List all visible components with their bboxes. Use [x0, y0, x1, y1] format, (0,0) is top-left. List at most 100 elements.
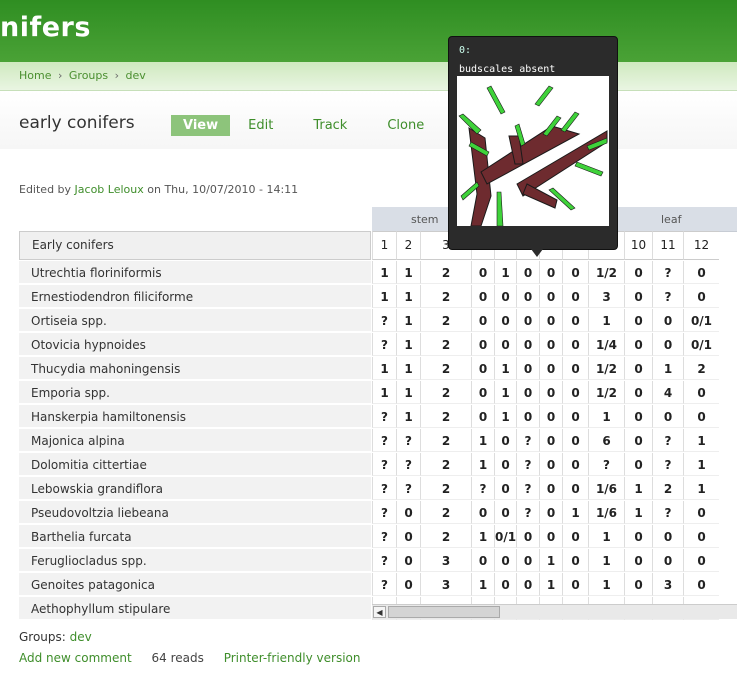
- state-cell[interactable]: 0: [516, 381, 539, 404]
- state-cell[interactable]: 1: [372, 285, 396, 308]
- state-cell[interactable]: ?: [471, 477, 494, 500]
- state-cell[interactable]: 0: [652, 405, 683, 428]
- state-cell[interactable]: 0: [562, 477, 588, 500]
- state-cell[interactable]: 0: [683, 405, 719, 428]
- state-cell[interactable]: 0: [683, 261, 719, 284]
- state-cell[interactable]: 0: [396, 549, 420, 572]
- state-cell[interactable]: 1: [624, 501, 652, 524]
- state-cell[interactable]: 1: [539, 549, 562, 572]
- state-cell[interactable]: ?: [396, 429, 420, 452]
- state-cell[interactable]: 0: [539, 429, 562, 452]
- state-cell[interactable]: 0: [539, 285, 562, 308]
- tab-edit[interactable]: Edit: [234, 115, 287, 136]
- state-cell[interactable]: 6: [588, 429, 624, 452]
- state-cell[interactable]: 0: [516, 405, 539, 428]
- add-comment-link[interactable]: Add new comment: [19, 651, 132, 665]
- state-cell[interactable]: 0: [624, 429, 652, 452]
- state-cell[interactable]: 0: [471, 549, 494, 572]
- state-cell[interactable]: 1: [652, 357, 683, 380]
- breadcrumb-home[interactable]: Home: [19, 69, 51, 82]
- state-cell[interactable]: 2: [420, 525, 471, 548]
- state-cell[interactable]: 2: [420, 357, 471, 380]
- state-cell[interactable]: 0: [652, 549, 683, 572]
- state-cell[interactable]: 0/1: [494, 525, 516, 548]
- state-cell[interactable]: 0: [471, 309, 494, 332]
- state-cell[interactable]: 0: [683, 525, 719, 548]
- state-cell[interactable]: ?: [588, 453, 624, 476]
- state-cell[interactable]: 0: [562, 405, 588, 428]
- state-cell[interactable]: 1: [494, 405, 516, 428]
- state-cell[interactable]: 0: [624, 357, 652, 380]
- state-cell[interactable]: 2: [420, 453, 471, 476]
- state-cell[interactable]: ?: [652, 285, 683, 308]
- state-cell[interactable]: ?: [372, 333, 396, 356]
- taxon-name[interactable]: Hanskerpia hamiltonensis: [19, 405, 371, 428]
- state-cell[interactable]: 2: [420, 477, 471, 500]
- state-cell[interactable]: ?: [652, 501, 683, 524]
- taxon-name[interactable]: Majonica alpina: [19, 429, 371, 452]
- state-cell[interactable]: 0/1: [683, 333, 719, 356]
- state-cell[interactable]: 1: [588, 525, 624, 548]
- state-cell[interactable]: 2: [652, 477, 683, 500]
- state-cell[interactable]: 1: [624, 477, 652, 500]
- state-cell[interactable]: 0: [562, 285, 588, 308]
- state-cell[interactable]: 0: [471, 285, 494, 308]
- state-cell[interactable]: 1: [588, 549, 624, 572]
- state-cell[interactable]: 0: [471, 261, 494, 284]
- state-cell[interactable]: ?: [652, 429, 683, 452]
- state-cell[interactable]: 0: [652, 525, 683, 548]
- state-cell[interactable]: 0: [539, 357, 562, 380]
- state-cell[interactable]: 0: [494, 333, 516, 356]
- state-cell[interactable]: 0: [494, 549, 516, 572]
- state-cell[interactable]: 0: [471, 405, 494, 428]
- state-cell[interactable]: ?: [372, 573, 396, 596]
- state-cell[interactable]: 1: [539, 573, 562, 596]
- state-cell[interactable]: 1/2: [588, 381, 624, 404]
- state-cell[interactable]: 1/2: [588, 357, 624, 380]
- state-cell[interactable]: 2: [420, 309, 471, 332]
- state-cell[interactable]: 0: [652, 309, 683, 332]
- state-cell[interactable]: 1: [372, 381, 396, 404]
- state-cell[interactable]: 0: [624, 309, 652, 332]
- state-cell[interactable]: 1: [396, 285, 420, 308]
- state-cell[interactable]: 0: [539, 261, 562, 284]
- state-cell[interactable]: 0: [562, 333, 588, 356]
- state-cell[interactable]: 0: [539, 309, 562, 332]
- state-cell[interactable]: 0: [539, 381, 562, 404]
- state-cell[interactable]: 0: [562, 525, 588, 548]
- state-cell[interactable]: 0: [539, 333, 562, 356]
- state-cell[interactable]: 0: [471, 381, 494, 404]
- state-cell[interactable]: 0/1: [683, 309, 719, 332]
- state-cell[interactable]: ?: [652, 261, 683, 284]
- state-cell[interactable]: 1/6: [588, 501, 624, 524]
- taxon-name[interactable]: Lebowskia grandiflora: [19, 477, 371, 500]
- state-cell[interactable]: 0: [539, 453, 562, 476]
- state-cell[interactable]: 1: [588, 405, 624, 428]
- state-cell[interactable]: 0: [683, 501, 719, 524]
- taxon-name[interactable]: Utrechtia floriniformis: [19, 261, 371, 284]
- state-cell[interactable]: 0: [562, 309, 588, 332]
- taxon-name[interactable]: Ferugliocladus spp.: [19, 549, 371, 572]
- state-cell[interactable]: 1: [494, 357, 516, 380]
- state-cell[interactable]: 0: [539, 525, 562, 548]
- state-cell[interactable]: ?: [516, 453, 539, 476]
- state-cell[interactable]: 0: [539, 405, 562, 428]
- state-cell[interactable]: 0: [683, 381, 719, 404]
- state-cell[interactable]: 3: [652, 573, 683, 596]
- state-cell[interactable]: 2: [420, 285, 471, 308]
- tab-clone[interactable]: Clone: [373, 115, 438, 136]
- state-cell[interactable]: 1: [494, 261, 516, 284]
- taxon-name[interactable]: Thucydia mahoningensis: [19, 357, 371, 380]
- state-cell[interactable]: ?: [372, 405, 396, 428]
- state-cell[interactable]: ?: [372, 477, 396, 500]
- state-cell[interactable]: 3: [588, 285, 624, 308]
- state-cell[interactable]: 1: [471, 525, 494, 548]
- state-cell[interactable]: 2: [420, 333, 471, 356]
- state-cell[interactable]: 0: [516, 525, 539, 548]
- column-header[interactable]: 2: [396, 231, 420, 260]
- state-cell[interactable]: 0: [624, 525, 652, 548]
- taxon-name[interactable]: Ernestiodendron filiciforme: [19, 285, 371, 308]
- state-cell[interactable]: ?: [396, 453, 420, 476]
- horizontal-scrollbar[interactable]: ◀: [372, 604, 737, 619]
- state-cell[interactable]: 1: [588, 309, 624, 332]
